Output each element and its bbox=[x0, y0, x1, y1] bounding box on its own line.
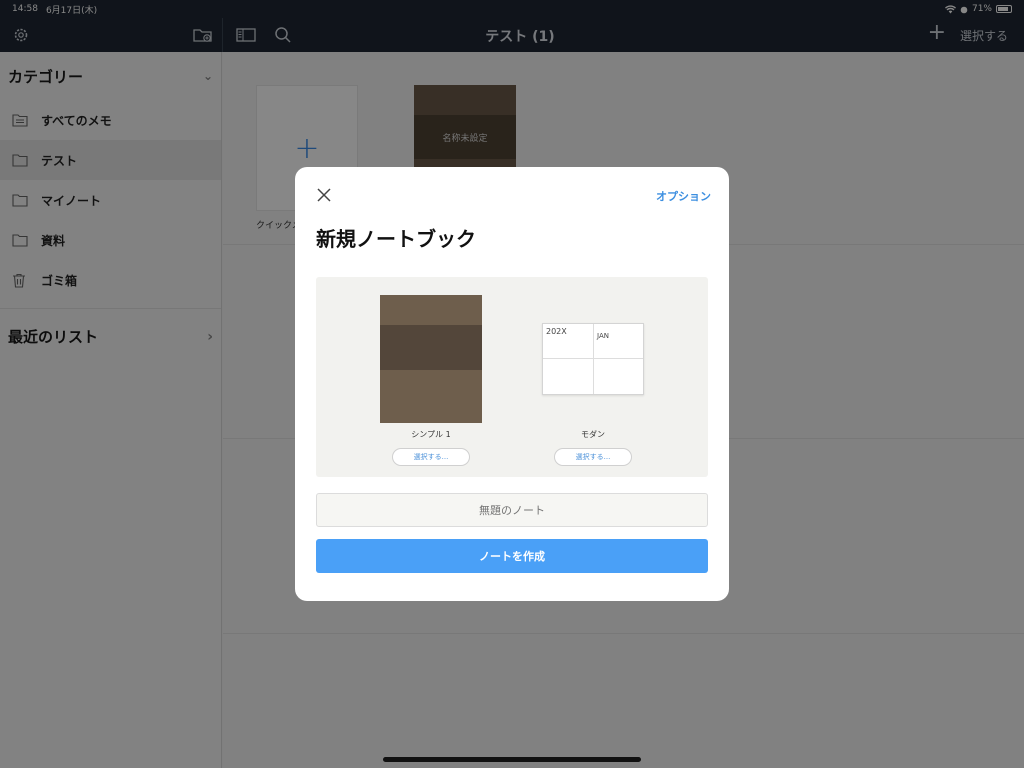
select-template-button[interactable]: 選択する... bbox=[392, 448, 470, 466]
dialog-title: 新規ノートブック bbox=[316, 227, 476, 251]
home-indicator bbox=[383, 757, 641, 762]
modern-year: 202X bbox=[546, 327, 567, 336]
modern-cover-thumbnail[interactable]: 202X JAN bbox=[542, 323, 644, 395]
template-name: シンプル 1 bbox=[411, 430, 451, 439]
modern-month: JAN bbox=[597, 332, 609, 340]
template-picker: シンプル 1 選択する... 202X JAN モダン 選択する... bbox=[316, 277, 708, 477]
notebook-title-input[interactable] bbox=[316, 493, 708, 527]
select-template-button[interactable]: 選択する... bbox=[554, 448, 632, 466]
simple-cover-thumbnail[interactable] bbox=[380, 295, 482, 423]
template-name: モダン bbox=[581, 430, 605, 439]
template-simple[interactable]: シンプル 1 選択する... bbox=[380, 295, 482, 466]
options-button[interactable]: オプション bbox=[656, 188, 711, 204]
new-notebook-dialog: オプション 新規ノートブック シンプル 1 選択する... 202X JAN モ… bbox=[295, 167, 729, 601]
template-modern[interactable]: 202X JAN モダン 選択する... bbox=[542, 323, 644, 466]
create-note-button[interactable]: ノートを作成 bbox=[316, 539, 708, 573]
close-icon[interactable] bbox=[316, 187, 332, 203]
